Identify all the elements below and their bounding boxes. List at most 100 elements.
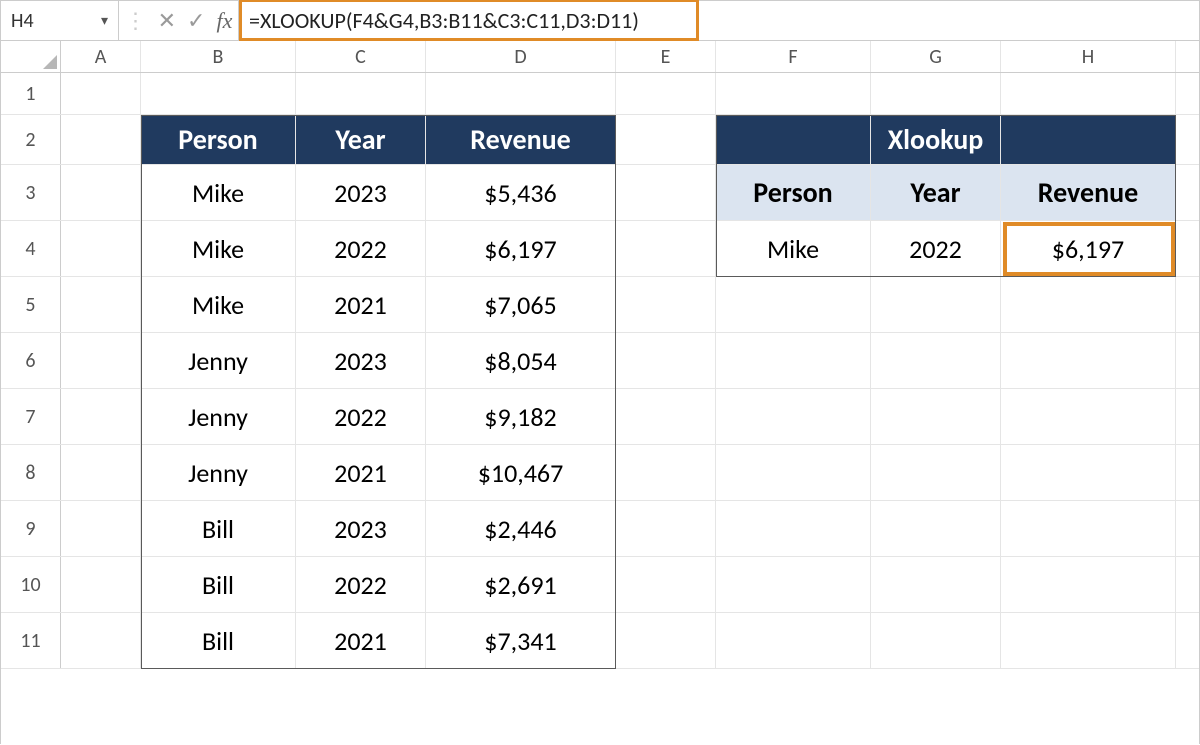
row-header-2[interactable]: 2 [1, 115, 61, 164]
cell-c8[interactable]: 2021 [296, 445, 426, 500]
cell-c9[interactable]: 2023 [296, 501, 426, 556]
cell-g6[interactable] [871, 333, 1001, 388]
cell-e3[interactable] [616, 165, 716, 220]
cell-c1[interactable] [296, 73, 426, 114]
col-header-c[interactable]: C [296, 41, 426, 72]
cell-b6[interactable]: Jenny [141, 333, 296, 388]
cell-g2[interactable]: Xlookup [871, 115, 1001, 164]
cell-f2[interactable] [716, 115, 871, 164]
cell-h3[interactable]: Revenue [1001, 165, 1176, 220]
cell-b11[interactable]: Bill [141, 613, 296, 668]
cell-f3[interactable]: Person [716, 165, 871, 220]
cell-h8[interactable] [1001, 445, 1176, 500]
cell-a2[interactable] [61, 115, 141, 164]
cell-a3[interactable] [61, 165, 141, 220]
cell-g4[interactable]: 2022 [871, 221, 1001, 276]
cell-f7[interactable] [716, 389, 871, 444]
select-all-corner[interactable] [1, 41, 61, 72]
cell-e9[interactable] [616, 501, 716, 556]
cell-a6[interactable] [61, 333, 141, 388]
col-header-b[interactable]: B [141, 41, 296, 72]
cell-h6[interactable] [1001, 333, 1176, 388]
cell-a8[interactable] [61, 445, 141, 500]
cell-f10[interactable] [716, 557, 871, 612]
cell-b10[interactable]: Bill [141, 557, 296, 612]
cell-d1[interactable] [426, 73, 616, 114]
cell-c4[interactable]: 2022 [296, 221, 426, 276]
col-header-g[interactable]: G [871, 41, 1001, 72]
cell-g8[interactable] [871, 445, 1001, 500]
name-box[interactable]: H4 ▾ [1, 1, 119, 40]
row-header-9[interactable]: 9 [1, 501, 61, 556]
cell-g11[interactable] [871, 613, 1001, 668]
cell-a1[interactable] [61, 73, 141, 114]
cell-a7[interactable] [61, 389, 141, 444]
col-header-f[interactable]: F [716, 41, 871, 72]
cell-c7[interactable]: 2022 [296, 389, 426, 444]
cell-g9[interactable] [871, 501, 1001, 556]
cell-e7[interactable] [616, 389, 716, 444]
cell-c2[interactable]: Year [296, 115, 426, 164]
cell-b2[interactable]: Person [141, 115, 296, 164]
cell-b4[interactable]: Mike [141, 221, 296, 276]
chevron-down-icon[interactable]: ▾ [101, 12, 108, 29]
cell-b3[interactable]: Mike [141, 165, 296, 220]
cell-e8[interactable] [616, 445, 716, 500]
cell-h10[interactable] [1001, 557, 1176, 612]
cell-c3[interactable]: 2023 [296, 165, 426, 220]
cell-d6[interactable]: $8,054 [426, 333, 616, 388]
fx-icon[interactable]: fx [217, 8, 233, 34]
row-header-8[interactable]: 8 [1, 445, 61, 500]
row-header-5[interactable]: 5 [1, 277, 61, 332]
col-header-e[interactable]: E [616, 41, 716, 72]
cell-g7[interactable] [871, 389, 1001, 444]
cell-g5[interactable] [871, 277, 1001, 332]
cell-e2[interactable] [616, 115, 716, 164]
cell-b5[interactable]: Mike [141, 277, 296, 332]
cell-d10[interactable]: $2,691 [426, 557, 616, 612]
cell-d4[interactable]: $6,197 [426, 221, 616, 276]
cell-d8[interactable]: $10,467 [426, 445, 616, 500]
row-header-6[interactable]: 6 [1, 333, 61, 388]
cell-a4[interactable] [61, 221, 141, 276]
cell-d5[interactable]: $7,065 [426, 277, 616, 332]
cell-g1[interactable] [871, 73, 1001, 114]
cell-e10[interactable] [616, 557, 716, 612]
cell-g3[interactable]: Year [871, 165, 1001, 220]
spreadsheet-grid[interactable]: A B C D E F G H 1 2 Person Year Revenue [1, 41, 1199, 745]
cell-f4[interactable]: Mike [716, 221, 871, 276]
cell-d11[interactable]: $7,341 [426, 613, 616, 668]
cell-b8[interactable]: Jenny [141, 445, 296, 500]
row-header-7[interactable]: 7 [1, 389, 61, 444]
cell-a11[interactable] [61, 613, 141, 668]
cell-f6[interactable] [716, 333, 871, 388]
cell-g10[interactable] [871, 557, 1001, 612]
cell-b7[interactable]: Jenny [141, 389, 296, 444]
cell-h2[interactable] [1001, 115, 1176, 164]
cell-a10[interactable] [61, 557, 141, 612]
cell-d2[interactable]: Revenue [426, 115, 616, 164]
cell-f8[interactable] [716, 445, 871, 500]
cell-f1[interactable] [716, 73, 871, 114]
cell-h5[interactable] [1001, 277, 1176, 332]
row-header-10[interactable]: 10 [1, 557, 61, 612]
cell-b1[interactable] [141, 73, 296, 114]
cell-e4[interactable] [616, 221, 716, 276]
cell-b9[interactable]: Bill [141, 501, 296, 556]
cell-h9[interactable] [1001, 501, 1176, 556]
row-header-3[interactable]: 3 [1, 165, 61, 220]
cell-e1[interactable] [616, 73, 716, 114]
col-header-h[interactable]: H [1001, 41, 1176, 72]
row-header-1[interactable]: 1 [1, 73, 61, 114]
cell-a5[interactable] [61, 277, 141, 332]
enter-icon[interactable]: ✓ [187, 7, 205, 34]
cell-h4[interactable]: $6,197 [1001, 221, 1176, 276]
cell-h11[interactable] [1001, 613, 1176, 668]
cell-f9[interactable] [716, 501, 871, 556]
col-header-d[interactable]: D [426, 41, 616, 72]
cell-c10[interactable]: 2022 [296, 557, 426, 612]
cell-f11[interactable] [716, 613, 871, 668]
cell-e11[interactable] [616, 613, 716, 668]
cell-f5[interactable] [716, 277, 871, 332]
cell-c5[interactable]: 2021 [296, 277, 426, 332]
